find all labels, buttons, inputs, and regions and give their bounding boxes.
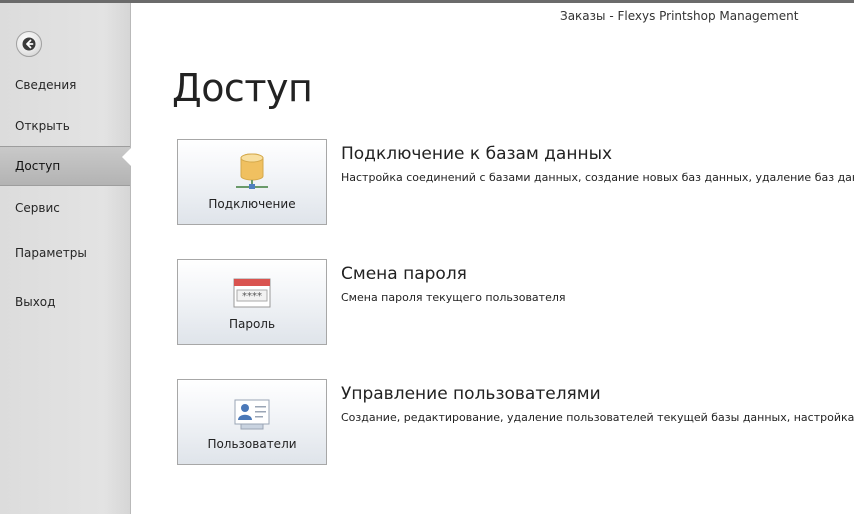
sidebar-item-info[interactable]: Сведения bbox=[0, 65, 130, 105]
sidebar-item-label: Выход bbox=[15, 295, 56, 309]
password-icon: **** bbox=[232, 272, 272, 312]
connection-section-title: Подключение к базам данных bbox=[341, 144, 613, 164]
back-arrow-icon bbox=[22, 37, 36, 51]
page-title: Доступ bbox=[172, 66, 313, 110]
svg-text:****: **** bbox=[242, 291, 262, 302]
connection-button[interactable]: Подключение bbox=[177, 139, 327, 225]
sidebar-item-service[interactable]: Сервис bbox=[0, 188, 130, 228]
app-window: Сведения Открыть Доступ Сервис Параметры… bbox=[0, 0, 854, 514]
password-section-description: Смена пароля текущего пользователя bbox=[341, 291, 566, 304]
password-button-label: Пароль bbox=[228, 317, 276, 331]
sidebar-item-exit[interactable]: Выход bbox=[0, 282, 130, 322]
sidebar-item-label: Сервис bbox=[15, 201, 60, 215]
active-item-pointer bbox=[122, 147, 132, 167]
window-title: Заказы - Flexys Printshop Management bbox=[560, 9, 799, 23]
backstage-sidebar: Сведения Открыть Доступ Сервис Параметры… bbox=[0, 3, 131, 514]
connection-section-description: Настройка соединений с базами данных, со… bbox=[341, 171, 854, 184]
sidebar-item-label: Доступ bbox=[15, 159, 61, 173]
back-button[interactable] bbox=[16, 31, 42, 57]
users-section-description: Создание, редактирование, удаление польз… bbox=[341, 411, 854, 424]
users-button-label: Пользователи bbox=[207, 437, 297, 451]
users-button[interactable]: Пользователи bbox=[177, 379, 327, 465]
password-section-title: Смена пароля bbox=[341, 264, 467, 284]
sidebar-item-label: Сведения bbox=[15, 78, 77, 92]
sidebar-item-label: Открыть bbox=[15, 119, 70, 133]
sidebar-item-settings[interactable]: Параметры bbox=[0, 233, 130, 273]
users-section-title: Управление пользователями bbox=[341, 384, 601, 404]
users-icon bbox=[232, 392, 272, 432]
database-connection-icon bbox=[232, 152, 272, 192]
password-button[interactable]: **** Пароль bbox=[177, 259, 327, 345]
sidebar-item-label: Параметры bbox=[15, 246, 87, 260]
sidebar-item-access[interactable]: Доступ bbox=[0, 146, 130, 186]
sidebar-item-open[interactable]: Открыть bbox=[0, 106, 130, 146]
connection-button-label: Подключение bbox=[208, 197, 296, 211]
